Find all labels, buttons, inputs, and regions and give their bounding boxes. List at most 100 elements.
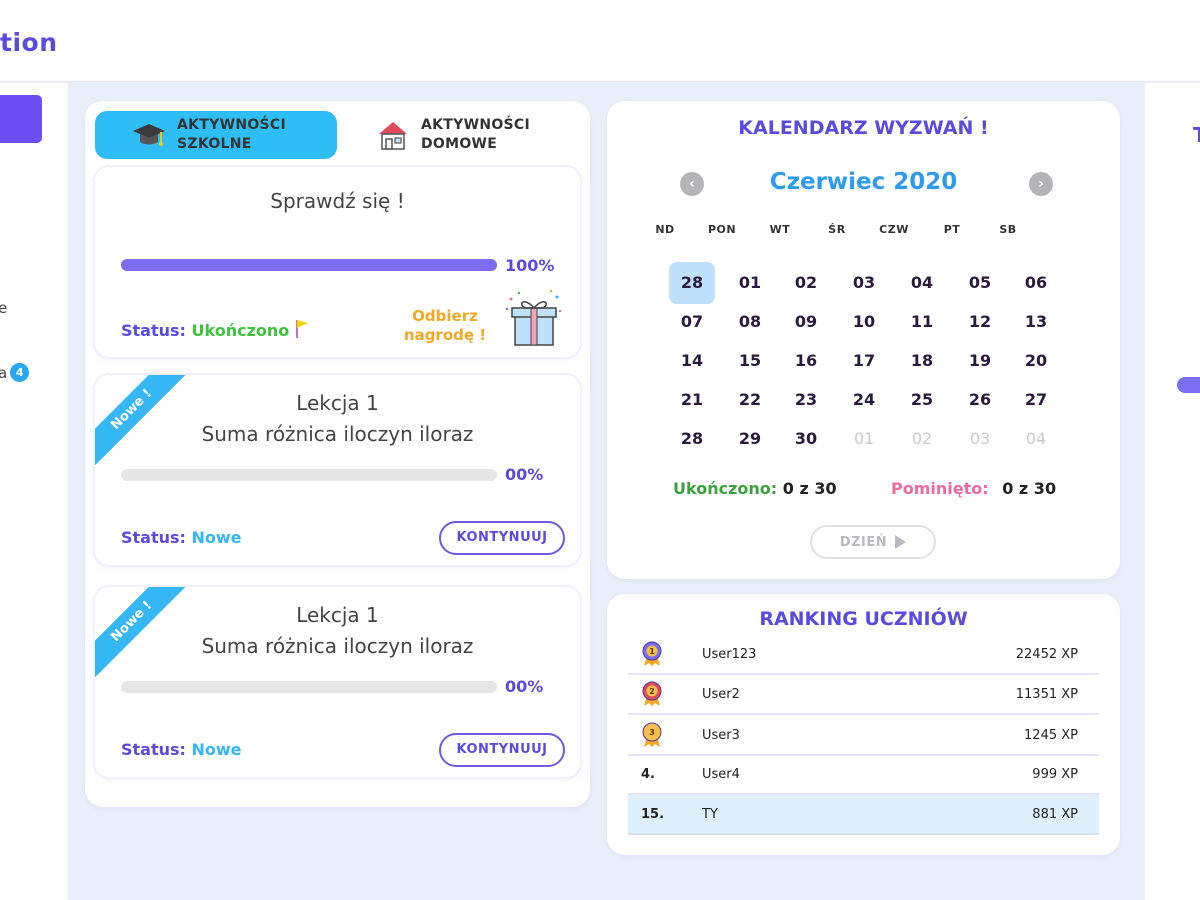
app-brand: tion	[0, 28, 58, 57]
ranking-position: 15.	[641, 806, 665, 822]
calendar-day[interactable]: 18	[899, 340, 945, 382]
calendar-day[interactable]: 02	[783, 262, 829, 304]
calendar-day[interactable]: 14	[669, 340, 715, 382]
skipped-label: Pominięto:	[891, 479, 989, 498]
calendar-day[interactable]: 19	[957, 340, 1003, 382]
tab-school-activities[interactable]: AKTYWNOŚCI SZKOLNE	[95, 111, 337, 159]
calendar-day[interactable]: 11	[899, 301, 945, 343]
skipped-summary: Pominięto: 0 z 30	[891, 479, 1056, 498]
progress-bar	[121, 259, 497, 271]
calendar-day[interactable]: 15	[727, 340, 773, 382]
weekday-label: CZW	[879, 223, 909, 236]
calendar-day[interactable]: 21	[669, 379, 715, 421]
activity-card: Sprawdź się ! 100% Status: Ukończono Odb…	[95, 167, 580, 357]
calendar-day[interactable]: 01	[727, 262, 773, 304]
continue-button[interactable]: KONTYNUUJ	[439, 733, 565, 767]
ranking-row-current-user: 15. TY 881 XP	[628, 795, 1099, 835]
gold-medal-icon: 3	[628, 722, 702, 748]
completed-label: Ukończono:	[673, 479, 778, 498]
progress-percent: 00%	[505, 465, 544, 484]
calendar-day[interactable]: 29	[727, 418, 773, 460]
house-icon	[375, 117, 411, 153]
gift-icon[interactable]	[505, 289, 563, 353]
activity-card: Nowe ! Lekcja 1 Suma różnica iloczyn ilo…	[95, 587, 580, 777]
ranking-row: 3 User3 1245 XP	[628, 716, 1099, 756]
calendar-day[interactable]: 02	[899, 418, 945, 460]
ranking-username: User4	[702, 766, 740, 782]
ranking-xp: 1245 XP	[1024, 727, 1078, 743]
calendar-day[interactable]: 26	[957, 379, 1003, 421]
calendar-day[interactable]: 04	[899, 262, 945, 304]
calendar-day[interactable]: 17	[841, 340, 887, 382]
graduation-cap-icon	[131, 117, 167, 153]
sidebar: e a 4	[0, 83, 68, 900]
weekday-label: SB	[999, 223, 1017, 236]
calendar-day[interactable]: 09	[783, 301, 829, 343]
continue-button[interactable]: KONTYNUUJ	[439, 521, 565, 555]
red-medal-icon: 2	[628, 681, 702, 707]
completed-value: 0 z 30	[782, 479, 837, 498]
tab-label: AKTYWNOŚCI DOMOWE	[421, 117, 530, 152]
top-bar: tion	[0, 0, 1200, 82]
calendar-day[interactable]: 06	[1013, 262, 1059, 304]
flag-icon	[295, 320, 309, 340]
status-label: Status:	[121, 740, 186, 759]
weekday-label: WT	[769, 223, 791, 236]
ranking-username: User3	[702, 727, 740, 743]
right-panel-title: T	[1193, 123, 1200, 147]
ranking-username: User123	[702, 646, 757, 662]
calendar-day[interactable]: 28	[669, 418, 715, 460]
status-value: Ukończono	[191, 321, 290, 340]
calendar-day[interactable]: 16	[783, 340, 829, 382]
chevron-right-icon[interactable]: ›	[1029, 172, 1053, 196]
calendar-day[interactable]: 22	[727, 379, 773, 421]
sidebar-item-partial-with-badge[interactable]: a 4	[0, 363, 30, 382]
calendar-day[interactable]: 27	[1013, 379, 1059, 421]
svg-text:3: 3	[649, 728, 655, 737]
calendar-day[interactable]: 13	[1013, 301, 1059, 343]
svg-text:1: 1	[649, 647, 655, 656]
weekday-label: ND	[655, 223, 675, 236]
ranking-xp: 22452 XP	[1015, 646, 1078, 662]
play-icon	[895, 535, 907, 549]
day-button[interactable]: DZIEŃ	[810, 525, 936, 559]
activity-title: Lekcja 1	[296, 603, 379, 627]
calendar-day[interactable]: 30	[783, 418, 829, 460]
calendar-day-selected[interactable]: 28	[669, 262, 715, 304]
calendar-day[interactable]: 03	[957, 418, 1003, 460]
claim-reward-link[interactable]: Odbierz nagrodę !	[395, 307, 495, 345]
sidebar-item-partial[interactable]: e	[0, 299, 7, 317]
ranking-row: 2 User2 11351 XP	[628, 675, 1099, 715]
calendar-day[interactable]: 01	[841, 418, 887, 460]
status-line: Status: Nowe	[121, 740, 242, 759]
calendar-day[interactable]: 10	[841, 301, 887, 343]
tab-label: AKTYWNOŚCI SZKOLNE	[177, 117, 286, 152]
calendar-day[interactable]: 24	[841, 379, 887, 421]
weekday-label: PON	[707, 223, 737, 236]
activity-title: Lekcja 1	[296, 391, 379, 415]
status-value: Nowe	[191, 740, 242, 759]
progress-percent: 00%	[505, 677, 544, 696]
status-label: Status:	[121, 321, 186, 340]
calendar-day[interactable]: 04	[1013, 418, 1059, 460]
tab-home-activities[interactable]: AKTYWNOŚCI DOMOWE	[375, 111, 585, 159]
calendar-title: KALENDARZ WYZWAŃ !	[738, 117, 989, 139]
ranking-row: 1 User123 22452 XP	[628, 635, 1099, 675]
weekday-label: PT	[943, 223, 961, 236]
activities-card: AKTYWNOŚCI SZKOLNE AKTYWNOŚCI DOMOWE Spraw…	[85, 101, 590, 807]
calendar-day[interactable]: 03	[841, 262, 887, 304]
calendar-day[interactable]: 23	[783, 379, 829, 421]
calendar-day[interactable]: 20	[1013, 340, 1059, 382]
ranking-username: User2	[702, 686, 740, 702]
activity-subtitle: Suma różnica iloczyn iloraz	[201, 422, 474, 446]
calendar-day[interactable]: 08	[727, 301, 773, 343]
sidebar-item-active[interactable]	[0, 95, 42, 143]
svg-text:2: 2	[649, 687, 655, 696]
calendar-day[interactable]: 07	[669, 301, 715, 343]
status-line: Status: Ukończono	[121, 319, 309, 340]
right-panel-progress-bar	[1177, 377, 1200, 393]
calendar-day[interactable]: 12	[957, 301, 1003, 343]
ranking-username: TY	[702, 806, 718, 822]
calendar-day[interactable]: 25	[899, 379, 945, 421]
calendar-day[interactable]: 05	[957, 262, 1003, 304]
